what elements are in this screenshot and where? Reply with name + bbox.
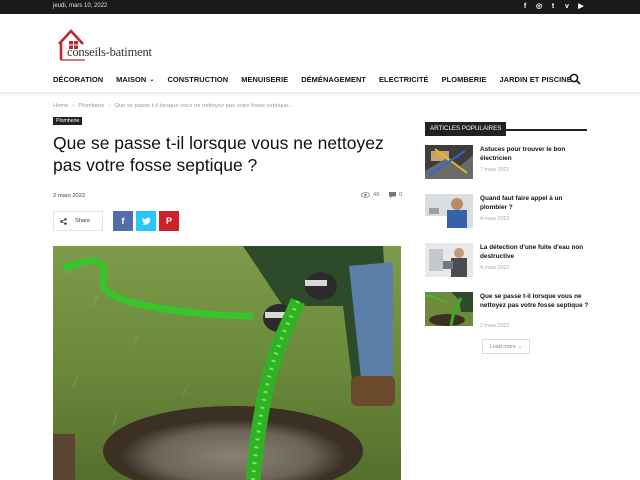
nav-item-demenagement[interactable]: DÉMÉNAGEMENT — [301, 75, 366, 84]
instagram-icon[interactable]: ◎ — [535, 2, 543, 11]
article-date: 4 mars 2022 — [480, 265, 510, 271]
chevron-down-icon: ⌄ — [517, 343, 523, 350]
load-more-button[interactable]: Load more ⌄ — [482, 339, 530, 354]
nav-item-maison[interactable]: MAISON ⌄ — [116, 75, 154, 84]
twitter-icon[interactable]: t — [549, 2, 557, 11]
article-thumbnail[interactable] — [425, 292, 473, 326]
share-label: Share — [75, 218, 90, 224]
article-date: 2 mars 2022 — [480, 323, 510, 329]
breadcrumb-current: Que se passe t-il lorsque vous ne nettoy… — [114, 103, 294, 109]
nav-item-menuiserie[interactable]: MENUISERIE — [241, 75, 288, 84]
popular-article-item[interactable]: La détection d'une fuite d'eau non destr… — [425, 243, 587, 279]
header-divider — [0, 92, 640, 96]
share-button[interactable]: Share — [53, 211, 103, 231]
popular-article-item[interactable]: Astuces pour trouver le bon électricien … — [425, 145, 587, 181]
article-thumbnail[interactable] — [425, 145, 473, 179]
site-logo[interactable]: conseils-batiment — [57, 28, 167, 64]
twitter-icon — [141, 217, 151, 225]
chevron-down-icon: ⌄ — [149, 76, 155, 83]
share-pinterest-button[interactable]: P — [159, 211, 179, 231]
views-count: 46 — [361, 192, 379, 198]
logo-text: conseils-batiment — [67, 45, 152, 59]
share-icon — [60, 217, 67, 225]
comments-value: 0 — [399, 192, 403, 198]
facebook-icon[interactable]: f — [521, 2, 529, 11]
article-title: Que se passe t-il lorsque vous ne nettoy… — [53, 133, 384, 175]
youtube-icon[interactable]: ▶ — [577, 2, 585, 11]
current-date: jeudi, mars 10, 2022 — [53, 3, 108, 9]
popular-article-item[interactable]: Quand faut faire appel à un plombier ? 4… — [425, 194, 587, 230]
article-date: 2 mars 2022 — [53, 193, 86, 199]
comments-count[interactable]: 0 — [389, 192, 402, 198]
article-title[interactable]: La détection d'une fuite d'eau non destr… — [480, 244, 590, 261]
category-badge[interactable]: Plomberie — [53, 117, 83, 125]
comment-icon — [389, 192, 396, 198]
nav-item-construction[interactable]: CONSTRUCTION — [167, 75, 228, 84]
views-value: 46 — [373, 192, 380, 198]
share-facebook-button[interactable]: f — [113, 211, 133, 231]
breadcrumb: Home › Plomberie › Que se passe t-il lor… — [53, 103, 293, 109]
article-date: 4 mars 2022 — [480, 216, 510, 222]
article-thumbnail[interactable] — [425, 243, 473, 277]
pinterest-icon: P — [165, 216, 172, 226]
article-thumbnail[interactable] — [425, 194, 473, 228]
nav-item-plomberie[interactable]: PLOMBERIE — [442, 75, 487, 84]
popular-articles-heading: ARTICLES POPULAIRES — [425, 117, 587, 136]
article-title[interactable]: Quand faut faire appel à un plombier ? — [480, 195, 590, 212]
article-title[interactable]: Que se passe t-il lorsque vous ne nettoy… — [480, 293, 590, 310]
breadcrumb-separator: › — [108, 103, 111, 109]
breadcrumb-separator: › — [72, 103, 75, 109]
article-title[interactable]: Astuces pour trouver le bon électricien — [480, 146, 590, 163]
vimeo-icon[interactable]: v — [563, 2, 571, 11]
search-icon[interactable] — [569, 73, 581, 85]
nav-item-decoration[interactable]: DÉCORATION — [53, 75, 103, 84]
share-twitter-button[interactable] — [136, 211, 156, 231]
breadcrumb-category[interactable]: Plomberie — [78, 103, 104, 109]
eye-icon — [361, 192, 370, 198]
article-date: 7 mars 2022 — [480, 167, 510, 173]
top-bar: jeudi, mars 10, 2022 f ◎ t v ▶ — [0, 0, 640, 14]
nav-item-jardin-piscine[interactable]: JARDIN ET PISCINE — [499, 75, 571, 84]
facebook-icon: f — [121, 216, 125, 226]
breadcrumb-home[interactable]: Home — [53, 103, 68, 109]
article-hero-image — [53, 246, 401, 480]
social-links: f ◎ t v ▶ — [521, 2, 585, 11]
nav-item-electricite[interactable]: ELECTRICITÉ — [379, 75, 429, 84]
popular-article-item[interactable]: Que se passe t-il lorsque vous ne nettoy… — [425, 292, 590, 336]
main-nav: DÉCORATION MAISON ⌄ CONSTRUCTION MENUISER… — [53, 70, 585, 88]
